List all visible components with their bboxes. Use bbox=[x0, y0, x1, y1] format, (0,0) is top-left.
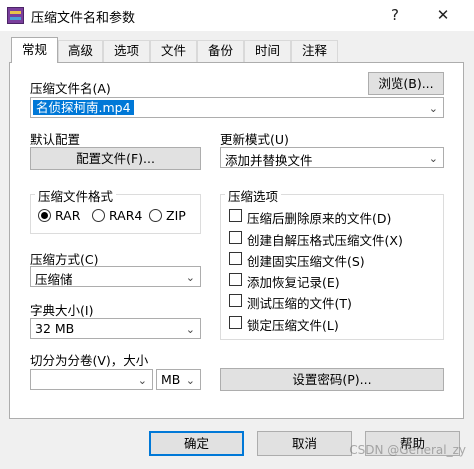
window-title: 压缩文件名和参数 bbox=[31, 11, 136, 26]
profile-label: 默认配置 bbox=[30, 132, 81, 147]
close-icon[interactable]: ✕ bbox=[428, 2, 458, 28]
test-archive-label: 测试压缩的文件(T) bbox=[247, 296, 352, 311]
lock-archive-label: 锁定压缩文件(L) bbox=[247, 318, 339, 333]
dictionary-size-value: 32 MB bbox=[35, 321, 75, 336]
update-mode-select[interactable]: 添加并替换文件 ⌄ bbox=[220, 147, 444, 168]
split-unit-select[interactable]: MB ⌄ bbox=[156, 369, 201, 390]
winrar-app-icon bbox=[7, 7, 24, 24]
archive-name-value: 名侦探柯南.mp4 bbox=[33, 100, 134, 115]
delete-after-checkbox[interactable] bbox=[229, 209, 242, 222]
update-mode-label: 更新模式(U) bbox=[220, 132, 289, 147]
help-title-button[interactable]: ? bbox=[380, 2, 410, 28]
radio-rar4-label: RAR4 bbox=[109, 208, 143, 223]
set-password-button[interactable]: 设置密码(P)... bbox=[220, 368, 444, 391]
tab-general[interactable]: 常规 bbox=[11, 37, 58, 63]
browse-button[interactable]: 浏览(B)... bbox=[368, 72, 444, 95]
chevron-down-icon: ⌄ bbox=[428, 102, 438, 115]
recovery-record-checkbox[interactable] bbox=[229, 273, 242, 286]
split-unit-value: MB bbox=[161, 372, 181, 387]
archive-name-label: 压缩文件名(A) bbox=[30, 81, 111, 96]
radio-rar-label: RAR bbox=[55, 208, 81, 223]
tab-options[interactable]: 选项 bbox=[103, 40, 150, 62]
radio-zip[interactable] bbox=[149, 209, 162, 222]
test-archive-checkbox[interactable] bbox=[229, 294, 242, 307]
dictionary-size-select[interactable]: 32 MB ⌄ bbox=[30, 318, 201, 339]
radio-zip-label: ZIP bbox=[166, 208, 186, 223]
radio-rar4[interactable] bbox=[92, 209, 105, 222]
dictionary-size-label: 字典大小(I) bbox=[30, 303, 94, 318]
split-size-input[interactable]: ⌄ bbox=[30, 369, 153, 390]
delete-after-label: 压缩后删除原来的文件(D) bbox=[247, 211, 392, 226]
archive-name-combo[interactable]: 名侦探柯南.mp4 ⌄ bbox=[30, 97, 444, 118]
chevron-down-icon: ⌄ bbox=[428, 152, 438, 165]
chevron-down-icon: ⌄ bbox=[185, 271, 195, 284]
compression-method-select[interactable]: 压缩储 ⌄ bbox=[30, 266, 201, 287]
tab-time[interactable]: 时间 bbox=[244, 40, 291, 62]
chevron-down-icon: ⌄ bbox=[137, 374, 147, 387]
recovery-record-label: 添加恢复记录(E) bbox=[247, 275, 340, 290]
title-bar: 压缩文件名和参数 ? ✕ bbox=[0, 0, 474, 31]
radio-rar[interactable] bbox=[38, 209, 51, 222]
csdn-watermark: CSDN @General_zy bbox=[349, 443, 466, 457]
update-mode-value: 添加并替换文件 bbox=[225, 153, 313, 168]
tab-backup[interactable]: 备份 bbox=[197, 40, 244, 62]
compression-method-value: 压缩储 bbox=[35, 272, 73, 287]
sfx-checkbox[interactable] bbox=[229, 231, 242, 244]
tab-files[interactable]: 文件 bbox=[150, 40, 197, 62]
tab-advanced[interactable]: 高级 bbox=[58, 40, 103, 62]
cancel-button[interactable]: 取消 bbox=[257, 431, 352, 456]
lock-archive-checkbox[interactable] bbox=[229, 316, 242, 329]
archiving-options-legend: 压缩选项 bbox=[225, 186, 282, 205]
chevron-down-icon: ⌄ bbox=[185, 374, 195, 387]
solid-archive-checkbox[interactable] bbox=[229, 252, 242, 265]
chevron-down-icon: ⌄ bbox=[185, 323, 195, 336]
split-volumes-label: 切分为分卷(V)，大小 bbox=[30, 353, 149, 368]
archive-format-legend: 压缩文件格式 bbox=[35, 186, 117, 205]
ok-button[interactable]: 确定 bbox=[149, 431, 244, 456]
profile-button[interactable]: 配置文件(F)... bbox=[30, 147, 201, 170]
solid-archive-label: 创建固实压缩文件(S) bbox=[247, 254, 365, 269]
tab-comment[interactable]: 注释 bbox=[291, 40, 338, 62]
sfx-label: 创建自解压格式压缩文件(X) bbox=[247, 233, 403, 248]
